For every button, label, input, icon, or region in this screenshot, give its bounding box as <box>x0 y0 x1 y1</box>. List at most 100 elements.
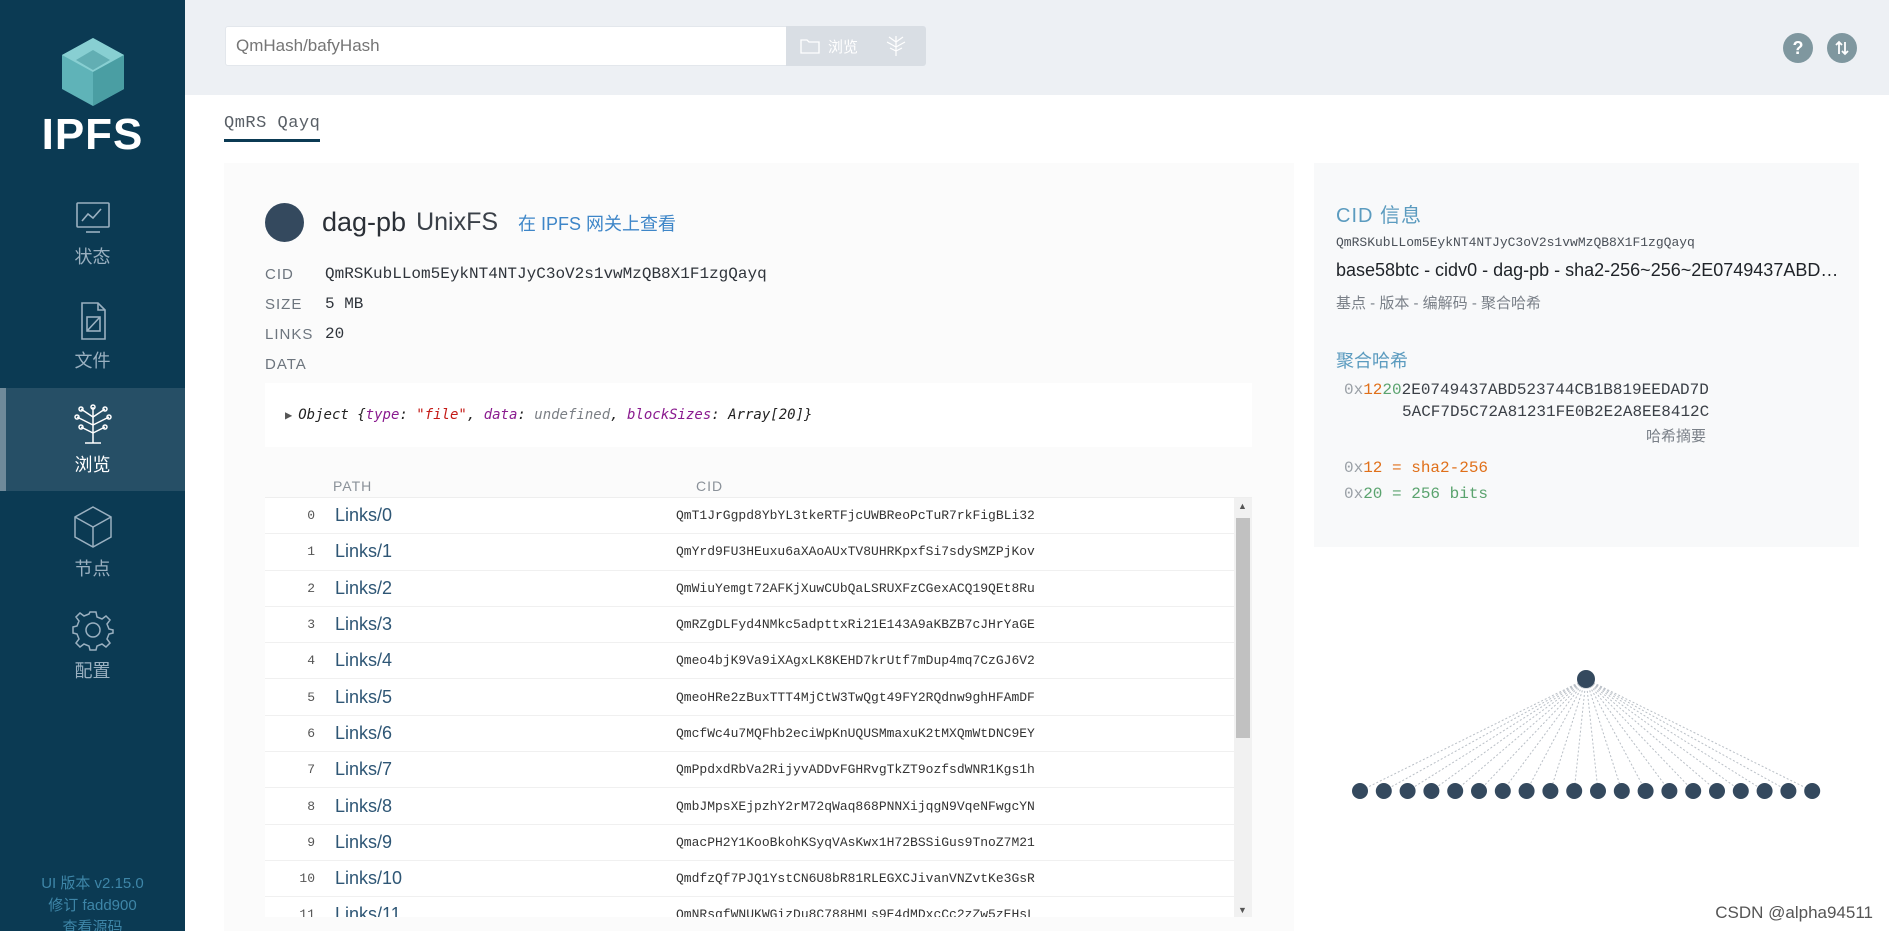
graph-child-node[interactable] <box>1732 783 1749 799</box>
graph-child-node[interactable] <box>1780 783 1797 799</box>
folder-icon <box>800 39 820 54</box>
graph-edge <box>1585 678 1647 792</box>
sidebar-item-explore[interactable]: 浏览 <box>0 388 185 491</box>
graph-child-node[interactable] <box>1566 783 1583 799</box>
table-row[interactable]: 0 Links/0 QmT1JrGgpd8YbYL3tkeRTFjcUWBReoPc… <box>265 498 1252 535</box>
gear-icon <box>71 610 114 651</box>
connection-status-icon[interactable] <box>1827 33 1857 63</box>
sidebar-item-label: 文件 <box>74 350 111 371</box>
graph-edge <box>1585 678 1623 792</box>
sidebar-item-label: 状态 <box>74 246 111 267</box>
gateway-link[interactable]: 在 IPFS 网关上查看 <box>518 210 676 236</box>
graph-edge <box>1585 678 1742 792</box>
table-row[interactable]: 3 Links/3 QmRZgDLFyd4NMkc5adpttxRi21E143A9… <box>265 607 1252 644</box>
graph-child-node[interactable] <box>1590 783 1606 799</box>
digest-label: 哈希摘要 <box>1646 428 1707 445</box>
cid-info-panel: CID 信息 QmRSKubLLom5EykNT4NTJyC3oV2s1vwMz… <box>1314 163 1859 547</box>
graph-child-node[interactable] <box>1637 783 1654 799</box>
sidebar-item-files[interactable]: 文件 <box>0 285 185 388</box>
graph-child-node[interactable] <box>1756 783 1773 799</box>
graph-child-node[interactable] <box>1613 783 1630 799</box>
size-label: SIZE <box>265 295 303 313</box>
scroll-thumb[interactable] <box>1236 518 1250 738</box>
table-row[interactable]: 9 Links/9 QmacPH2Y1KooBkohKSyqVAsKwx1H72BS… <box>265 825 1252 861</box>
table-row[interactable]: 1 Links/1 QmYrd9FU3HEuxu6aXAoAUxTV8UHRKpxf… <box>265 534 1252 571</box>
multihash-line-2: 5ACF7D5C72A81231FE0B2E2A8EE8412C <box>1402 403 1710 421</box>
cid-value: QmRSKubLLom5EykNT4NTJyC3oV2s1vwMzQB8X1F1… <box>325 265 767 283</box>
graph-edge <box>1585 678 1670 792</box>
data-label: DATA <box>265 355 307 373</box>
dag-graph[interactable] <box>1314 660 1859 810</box>
help-icon[interactable]: ? <box>1783 33 1813 63</box>
graph-child-node[interactable] <box>1518 783 1535 799</box>
graph-child-node[interactable] <box>1661 783 1678 799</box>
logo-text: IPFS <box>41 110 144 159</box>
graph-child-node[interactable] <box>1494 783 1511 799</box>
column-header-cid: CID <box>696 478 724 494</box>
status-chart-icon <box>75 201 110 233</box>
revision-link[interactable]: 修订 fadd900 <box>0 895 185 917</box>
object-panel: dag-pb UnixFS 在 IPFS 网关上查看 CID QmRSKubLL… <box>224 163 1294 931</box>
sidebar-item-peers[interactable]: 节点 <box>0 491 185 594</box>
expand-triangle-icon[interactable]: ▶ <box>285 408 292 422</box>
scroll-up-arrow-icon[interactable]: ▲ <box>1238 501 1247 511</box>
graph-child-node[interactable] <box>1352 783 1368 799</box>
sidebar-item-settings[interactable]: 配置 <box>0 594 185 697</box>
cid-info-title: CID 信息 <box>1336 205 1422 227</box>
graph-edge <box>1359 678 1587 792</box>
graph-child-node[interactable] <box>1423 783 1440 799</box>
cid-info-cid: QmRSKubLLom5EykNT4NTJyC3oV2s1vwMzQB8X1F1… <box>1336 235 1695 250</box>
size-value: 5 MB <box>325 295 364 313</box>
data-preview[interactable]: ▶ Object { type: "file", data: undefined… <box>265 383 1252 447</box>
search-input[interactable] <box>225 26 787 66</box>
graph-edge <box>1526 678 1587 792</box>
graph-child-node[interactable] <box>1375 783 1392 799</box>
graph-edge <box>1585 678 1694 792</box>
hash-length-line: 0x20 = 256 bits <box>1344 485 1489 503</box>
table-row[interactable]: 2 Links/2 QmWiuYemgt72AFKjXuwCUbQaLSRUXFzC… <box>265 571 1252 607</box>
object-header: dag-pb UnixFS 在 IPFS 网关上查看 <box>265 203 676 242</box>
table-row[interactable]: 4 Links/4 Qmeo4bjK9Va9iXAgxLK8KEHD7krUtf7m… <box>265 643 1252 680</box>
graph-edge <box>1585 678 1813 792</box>
links-table: 0 Links/0 QmT1JrGgpd8YbYL3tkeRTFjcUWBReoPc… <box>265 497 1252 917</box>
browse-button-label: 浏览 <box>828 38 859 56</box>
multihash-title: 聚合哈希 <box>1336 351 1408 371</box>
table-row[interactable]: 7 Links/7 QmPpdxdRbVa2RijyvADDvFGHRvgTkZT9… <box>265 752 1252 789</box>
object-format: UnixFS <box>416 208 499 236</box>
table-row[interactable]: 8 Links/8 QmbJMpsXEjpzhY2rM72qWaq868PNNXij… <box>265 788 1252 825</box>
graph-child-node[interactable] <box>1685 783 1702 799</box>
logo[interactable]: IPFS <box>0 36 185 160</box>
cid-human-readable: base58btc - cidv0 - dag-pb - sha2-256~25… <box>1336 260 1841 280</box>
graph-child-node[interactable] <box>1399 783 1416 799</box>
breadcrumb[interactable]: QmRS Qayq <box>224 114 321 142</box>
graph-edge <box>1573 678 1587 792</box>
sidebar-item-label: 浏览 <box>74 454 111 475</box>
browse-button[interactable]: 浏览 <box>786 26 926 66</box>
table-row[interactable]: 5 Links/5 QmeoHRe2zBuxTTT4MjCtW3TwQgt49FY2… <box>265 679 1252 716</box>
column-header-path: PATH <box>333 478 373 494</box>
graph-child-node[interactable] <box>1709 783 1725 799</box>
sidebar-nav: 状态 文件 浏览 节点 配置 <box>0 182 185 697</box>
graph-edge <box>1585 678 1765 792</box>
sidebar-item-status[interactable]: 状态 <box>0 182 185 285</box>
ipfs-cube-icon <box>61 38 124 106</box>
multihash-line-1: 0x12202E0749437ABD523744CB1B819EEDAD7D <box>1344 381 1709 399</box>
graph-edge <box>1431 678 1587 792</box>
scroll-down-arrow-icon[interactable]: ▼ <box>1238 905 1247 915</box>
graph-root-node[interactable] <box>1577 670 1595 688</box>
table-row[interactable]: 11 Links/11 QmNRsgfWNUKWGizDu8C788HMLs9E4d… <box>265 897 1252 917</box>
sidebar-item-label: 节点 <box>74 558 111 579</box>
table-scrollbar[interactable]: ▲ ▼ <box>1234 498 1252 917</box>
view-source-link[interactable]: 查看源码 <box>0 917 185 931</box>
graph-edge <box>1585 678 1789 792</box>
graph-child-node[interactable] <box>1804 783 1821 799</box>
graph-child-node[interactable] <box>1447 783 1464 799</box>
version-info: UI 版本 v2.15.0 修订 fadd900 查看源码 <box>0 873 185 931</box>
table-row[interactable]: 10 Links/10 QmdfzQf7PJQ1YstCN6U8bR81RLEGXC… <box>265 861 1252 898</box>
table-row[interactable]: 6 Links/6 QmcfWc4u7MQFhb2eciWpKnUQUSMmaxuK… <box>265 716 1252 753</box>
file-icon <box>80 301 106 340</box>
graph-child-node[interactable] <box>1471 783 1487 799</box>
graph-child-node[interactable] <box>1542 783 1559 799</box>
graph-edge <box>1383 678 1587 792</box>
object-codec: dag-pb <box>322 207 407 237</box>
